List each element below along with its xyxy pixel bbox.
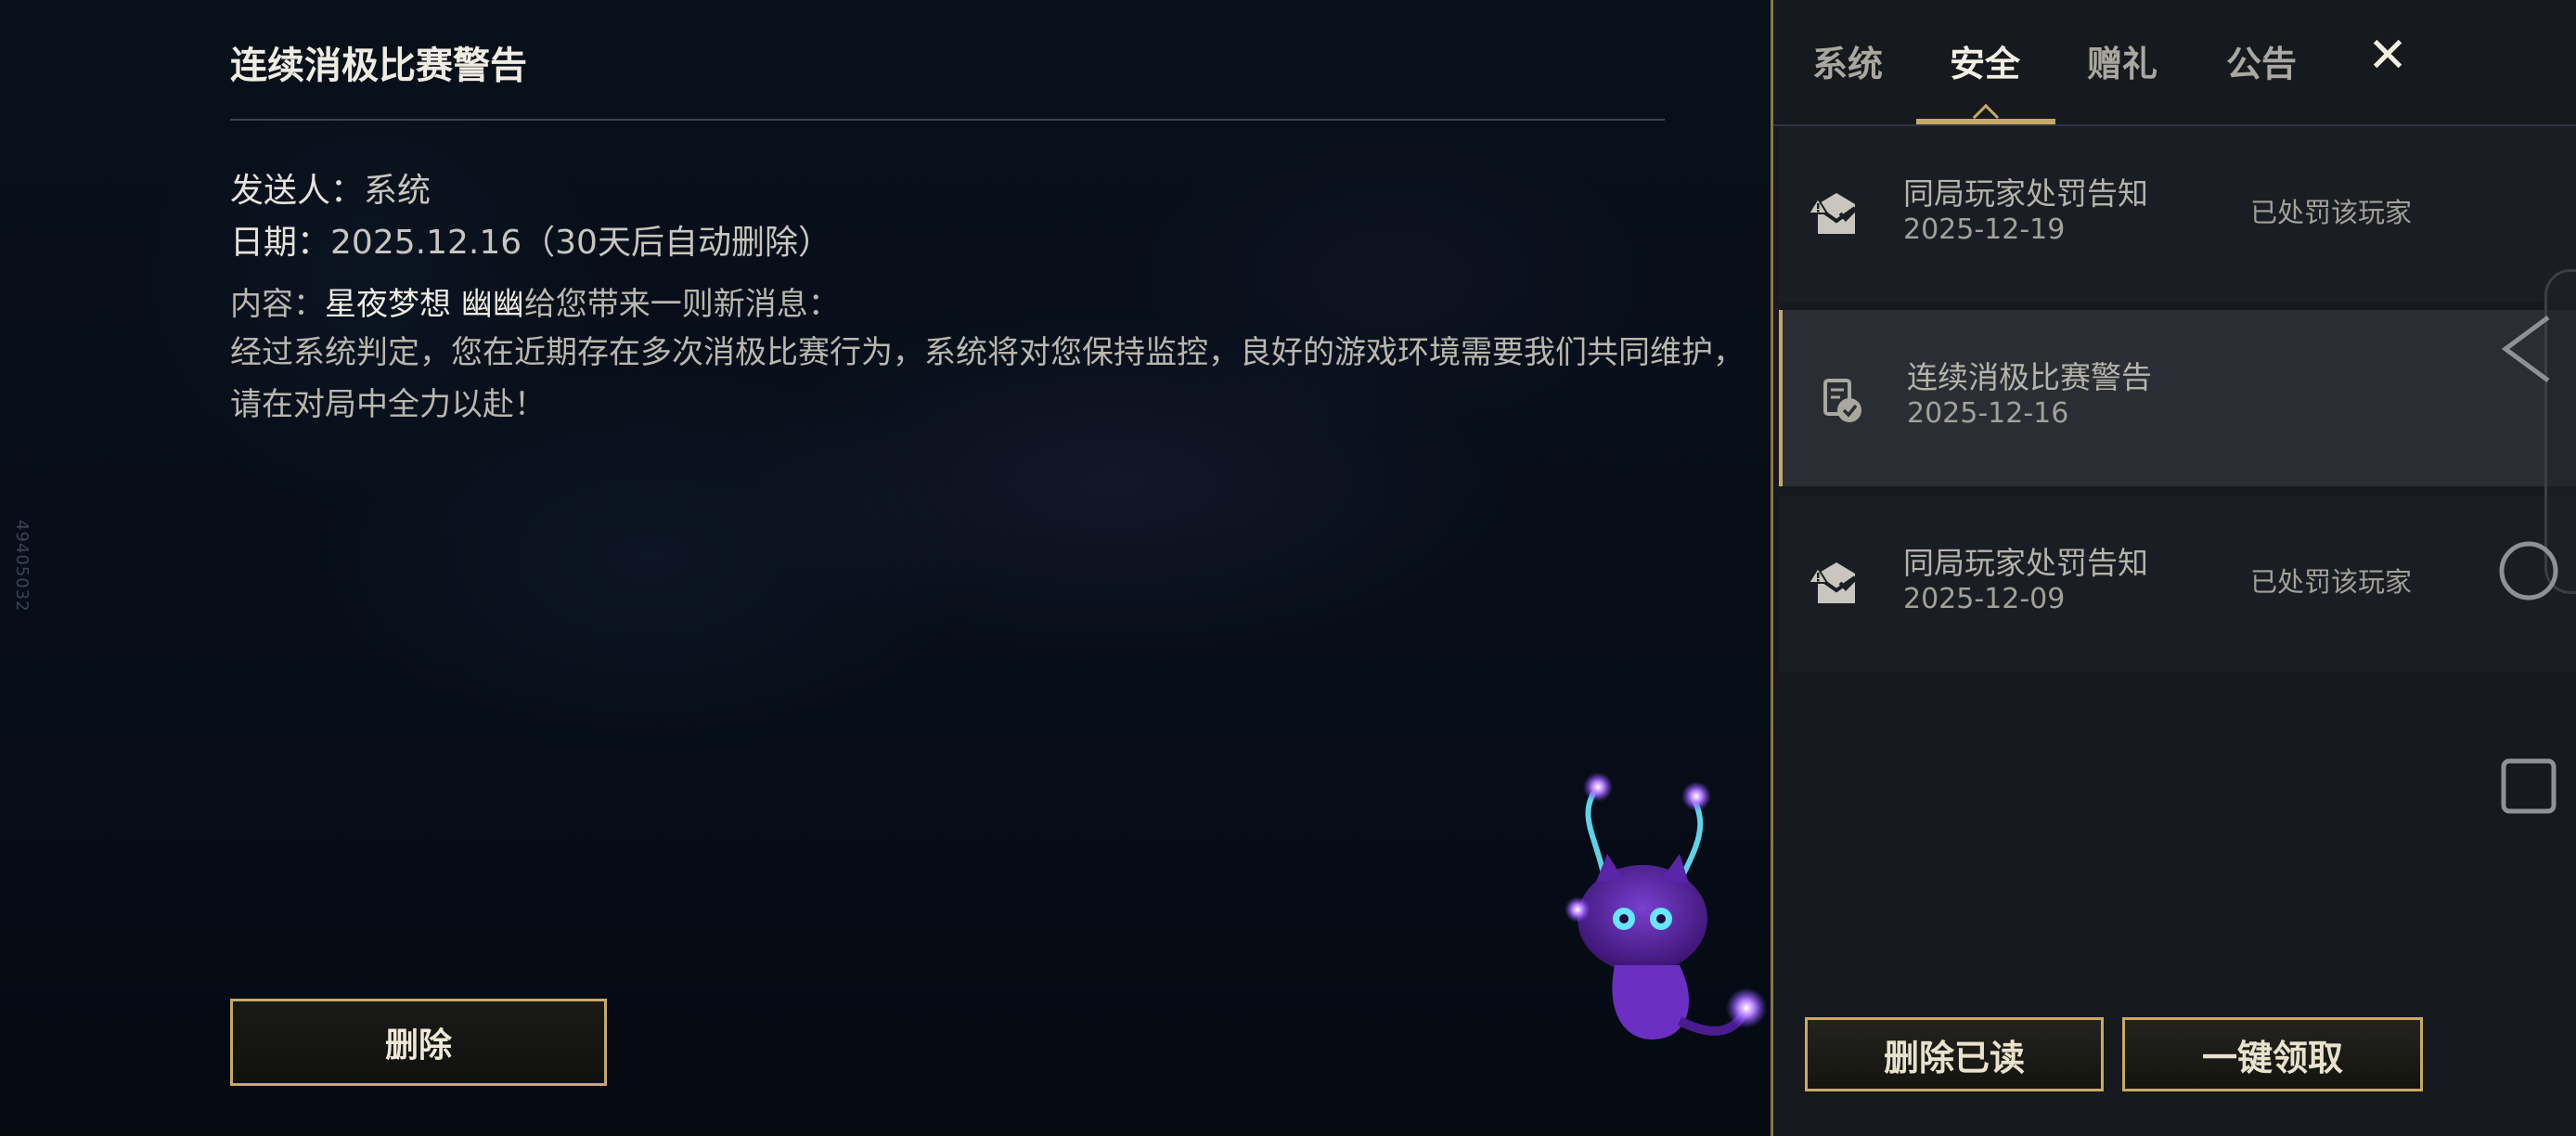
mail-item-status: 已处罚该玩家 bbox=[2250, 566, 2413, 598]
side-watermark-id: 49405032 bbox=[12, 520, 32, 613]
mail-item-date: 2025-12-16 bbox=[1907, 397, 2069, 430]
mail-list-item[interactable]: 同局玩家处罚告知 2025-12-19 已处罚该玩家 bbox=[1779, 126, 2576, 303]
date-row: 日期：2025.12.16（30天后自动删除） bbox=[230, 215, 831, 264]
recent-apps-icon[interactable] bbox=[2500, 757, 2557, 815]
tab-security[interactable]: 安全 bbox=[1950, 35, 2020, 86]
content-row: 内容：星夜梦想 幽幽给您带来一则新消息： bbox=[230, 278, 840, 324]
mail-item-date: 2025-12-09 bbox=[1903, 583, 2066, 615]
home-icon[interactable] bbox=[2496, 538, 2561, 603]
sender-value: 系统 bbox=[364, 172, 431, 210]
mail-item-title: 同局玩家处罚告知 bbox=[1903, 175, 2148, 212]
claim-all-button[interactable]: 一键领取 bbox=[2122, 1017, 2423, 1091]
tab-announcement[interactable]: 公告 bbox=[2226, 35, 2297, 86]
mail-item-title: 同局玩家处罚告知 bbox=[1903, 545, 2148, 581]
mail-warning-icon bbox=[1807, 562, 1859, 603]
mail-item-date: 2025-12-19 bbox=[1903, 213, 2066, 246]
back-icon[interactable] bbox=[2500, 314, 2552, 384]
mail-title: 连续消极比赛警告 bbox=[230, 45, 527, 87]
content-label: 内容： bbox=[230, 286, 325, 323]
document-check-icon bbox=[1823, 379, 1861, 422]
date-value: 2025.12.16（30天后自动删除） bbox=[330, 224, 831, 262]
mail-detail: 连续消极比赛警告 发送人：系统 日期：2025.12.16（30天后自动删除） … bbox=[230, 0, 1752, 1136]
mail-panel: 系统 安全 赠礼 公告 ✕ 同局玩家处罚告知 2025-12-19 已处罚该玩家 bbox=[1771, 0, 2576, 1136]
mail-body: 经过系统判定，您在近期存在多次消极比赛行为，系统将对您保持监控，良好的游戏环境需… bbox=[230, 334, 1745, 423]
mail-item-status: 已处罚该玩家 bbox=[2250, 197, 2413, 228]
delete-button[interactable]: 删除 bbox=[230, 999, 607, 1086]
date-label: 日期： bbox=[230, 224, 331, 262]
mail-list-item-selected[interactable]: 连续消极比赛警告 2025-12-16 bbox=[1779, 310, 2576, 486]
mascot-creature-illustration bbox=[1565, 772, 1767, 1039]
sender-label: 发送人： bbox=[230, 172, 365, 210]
mail-item-title: 连续消极比赛警告 bbox=[1907, 359, 2152, 395]
tab-gift[interactable]: 赠礼 bbox=[2087, 35, 2157, 86]
sender-row: 发送人：系统 bbox=[230, 163, 431, 212]
tab-bar: 系统 安全 赠礼 公告 ✕ bbox=[1773, 0, 2576, 131]
title-divider bbox=[230, 119, 1665, 121]
tab-system[interactable]: 系统 bbox=[1812, 35, 1883, 86]
mail-warning-icon bbox=[1807, 193, 1859, 234]
close-icon[interactable]: ✕ bbox=[2360, 28, 2415, 84]
delete-read-button[interactable]: 删除已读 bbox=[1805, 1017, 2104, 1091]
content-intro: 给您带来一则新消息： bbox=[523, 286, 840, 323]
content-from: 星夜梦想 幽幽 bbox=[325, 286, 524, 323]
mail-list-item[interactable]: 同局玩家处罚告知 2025-12-09 已处罚该玩家 bbox=[1779, 496, 2576, 672]
